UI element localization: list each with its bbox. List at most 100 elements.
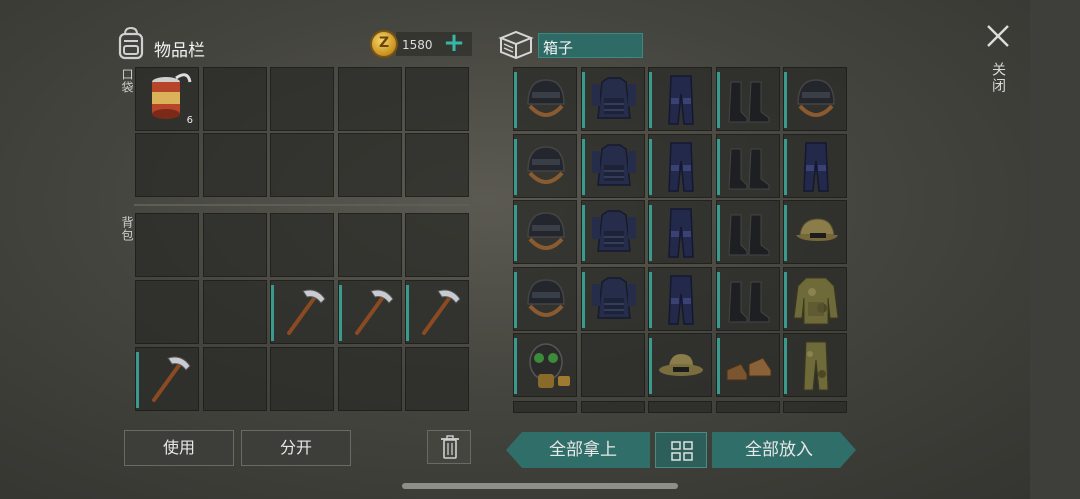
pocket-slot[interactable] [405,133,469,197]
coin-icon: Z [370,30,398,58]
box-slot[interactable] [783,200,847,264]
box-slot[interactable] [715,200,780,264]
pickaxe-icon [152,356,191,402]
box-slot[interactable] [580,200,645,264]
home-indicator[interactable] [402,483,678,489]
trash-icon [441,435,459,459]
box-slot[interactable] [715,401,780,413]
box-slot[interactable] [513,266,577,331]
gas-mask-icon [529,343,570,388]
backpack-slot[interactable] [405,347,469,411]
pocket-slot[interactable] [202,133,267,197]
inventory-title: 物品栏 [154,41,205,61]
boots-icon [727,281,769,322]
close-icon[interactable] [984,22,1012,50]
put-all-button[interactable]: 全部放入 [712,432,846,468]
boots-icon [727,214,769,256]
pocket-slot[interactable] [202,67,267,131]
box-slot[interactable] [783,401,847,413]
box-slot[interactable] [783,333,847,397]
use-button[interactable]: 使用 [124,430,234,466]
pocket-slot[interactable] [405,67,469,131]
box-slot[interactable] [715,266,780,331]
backpack-slot[interactable] [270,347,334,411]
camo-jacket-icon [793,277,839,324]
boots-icon [727,81,769,123]
backpack-slot[interactable] [270,280,334,344]
backpack-slot[interactable] [337,280,402,344]
box-slot[interactable] [783,266,847,331]
vest-icon [591,77,636,119]
box-slot[interactable] [648,67,712,131]
backpack-slot[interactable] [202,347,267,411]
boots-icon [727,148,769,189]
cap-icon [796,218,838,241]
box-slot[interactable] [715,333,780,397]
box-slot[interactable] [715,67,780,131]
pickaxe-icon [354,289,394,335]
helmet-icon [527,145,565,184]
backpack-slot[interactable] [405,280,469,344]
pants-icon [668,141,694,192]
pants-icon [668,274,694,325]
pickaxe-icon [287,289,326,335]
box-slot[interactable] [648,133,712,198]
box-slot[interactable] [513,401,577,413]
pants-icon [668,75,694,125]
take-all-button[interactable]: 全部拿上 [516,432,650,468]
close-label[interactable]: 关闭 [988,62,1008,94]
box-title: 箱子 [543,39,574,57]
shoes-icon [726,357,771,381]
backpack-slot[interactable] [405,213,469,277]
box-slot[interactable] [580,401,645,413]
box-slot[interactable] [513,67,577,131]
backpack-slot[interactable] [202,280,267,344]
box-slot[interactable] [580,266,645,331]
pants-icon [803,141,829,192]
split-button[interactable]: 分开 [241,430,351,466]
pocket-label: 口袋 [120,68,134,94]
box-slot[interactable] [648,333,712,397]
box-icon [498,30,534,60]
item-quantity: 6 [186,115,193,126]
pocket-slot[interactable] [135,133,199,197]
pants-icon [668,208,694,258]
sort-button[interactable] [655,432,707,468]
pocket-slot[interactable] [270,67,334,131]
box-slot[interactable] [648,200,712,264]
backpack-slot[interactable] [337,347,402,411]
trash-button[interactable] [427,430,471,464]
backpack-slot[interactable] [270,213,334,277]
pocket-slot[interactable] [337,67,402,131]
box-slot[interactable] [513,200,577,264]
backpack-slot[interactable] [135,280,199,344]
box-slot[interactable] [580,133,645,198]
coin-amount: 1580 [402,38,433,52]
box-slot[interactable] [783,133,847,198]
add-coins-button[interactable]: + [442,29,466,57]
backpack-slot[interactable] [135,347,199,411]
pickaxe-icon [422,289,461,335]
backpack-slot[interactable] [135,213,199,277]
grid-sort-icon [671,441,693,461]
pocket-slot[interactable] [270,133,334,197]
vest-icon [591,276,636,319]
pocket-slot[interactable]: 6 [135,67,199,131]
section-divider [134,204,470,206]
backpack-slot[interactable] [337,213,402,277]
helmet-icon [797,79,835,117]
backpack-slot[interactable] [202,213,267,277]
box-slot[interactable] [513,333,577,397]
box-slot[interactable] [580,333,645,397]
helmet-icon [527,212,565,250]
box-slot[interactable] [783,67,847,131]
box-slot[interactable] [513,133,577,198]
pocket-slot[interactable] [337,133,402,197]
box-slot[interactable] [715,133,780,198]
vest-icon [591,143,636,186]
box-slot[interactable] [648,266,712,331]
vest-icon [591,210,636,252]
box-slot[interactable] [580,67,645,131]
box-slot[interactable] [648,401,712,413]
backpack-icon [118,26,144,60]
